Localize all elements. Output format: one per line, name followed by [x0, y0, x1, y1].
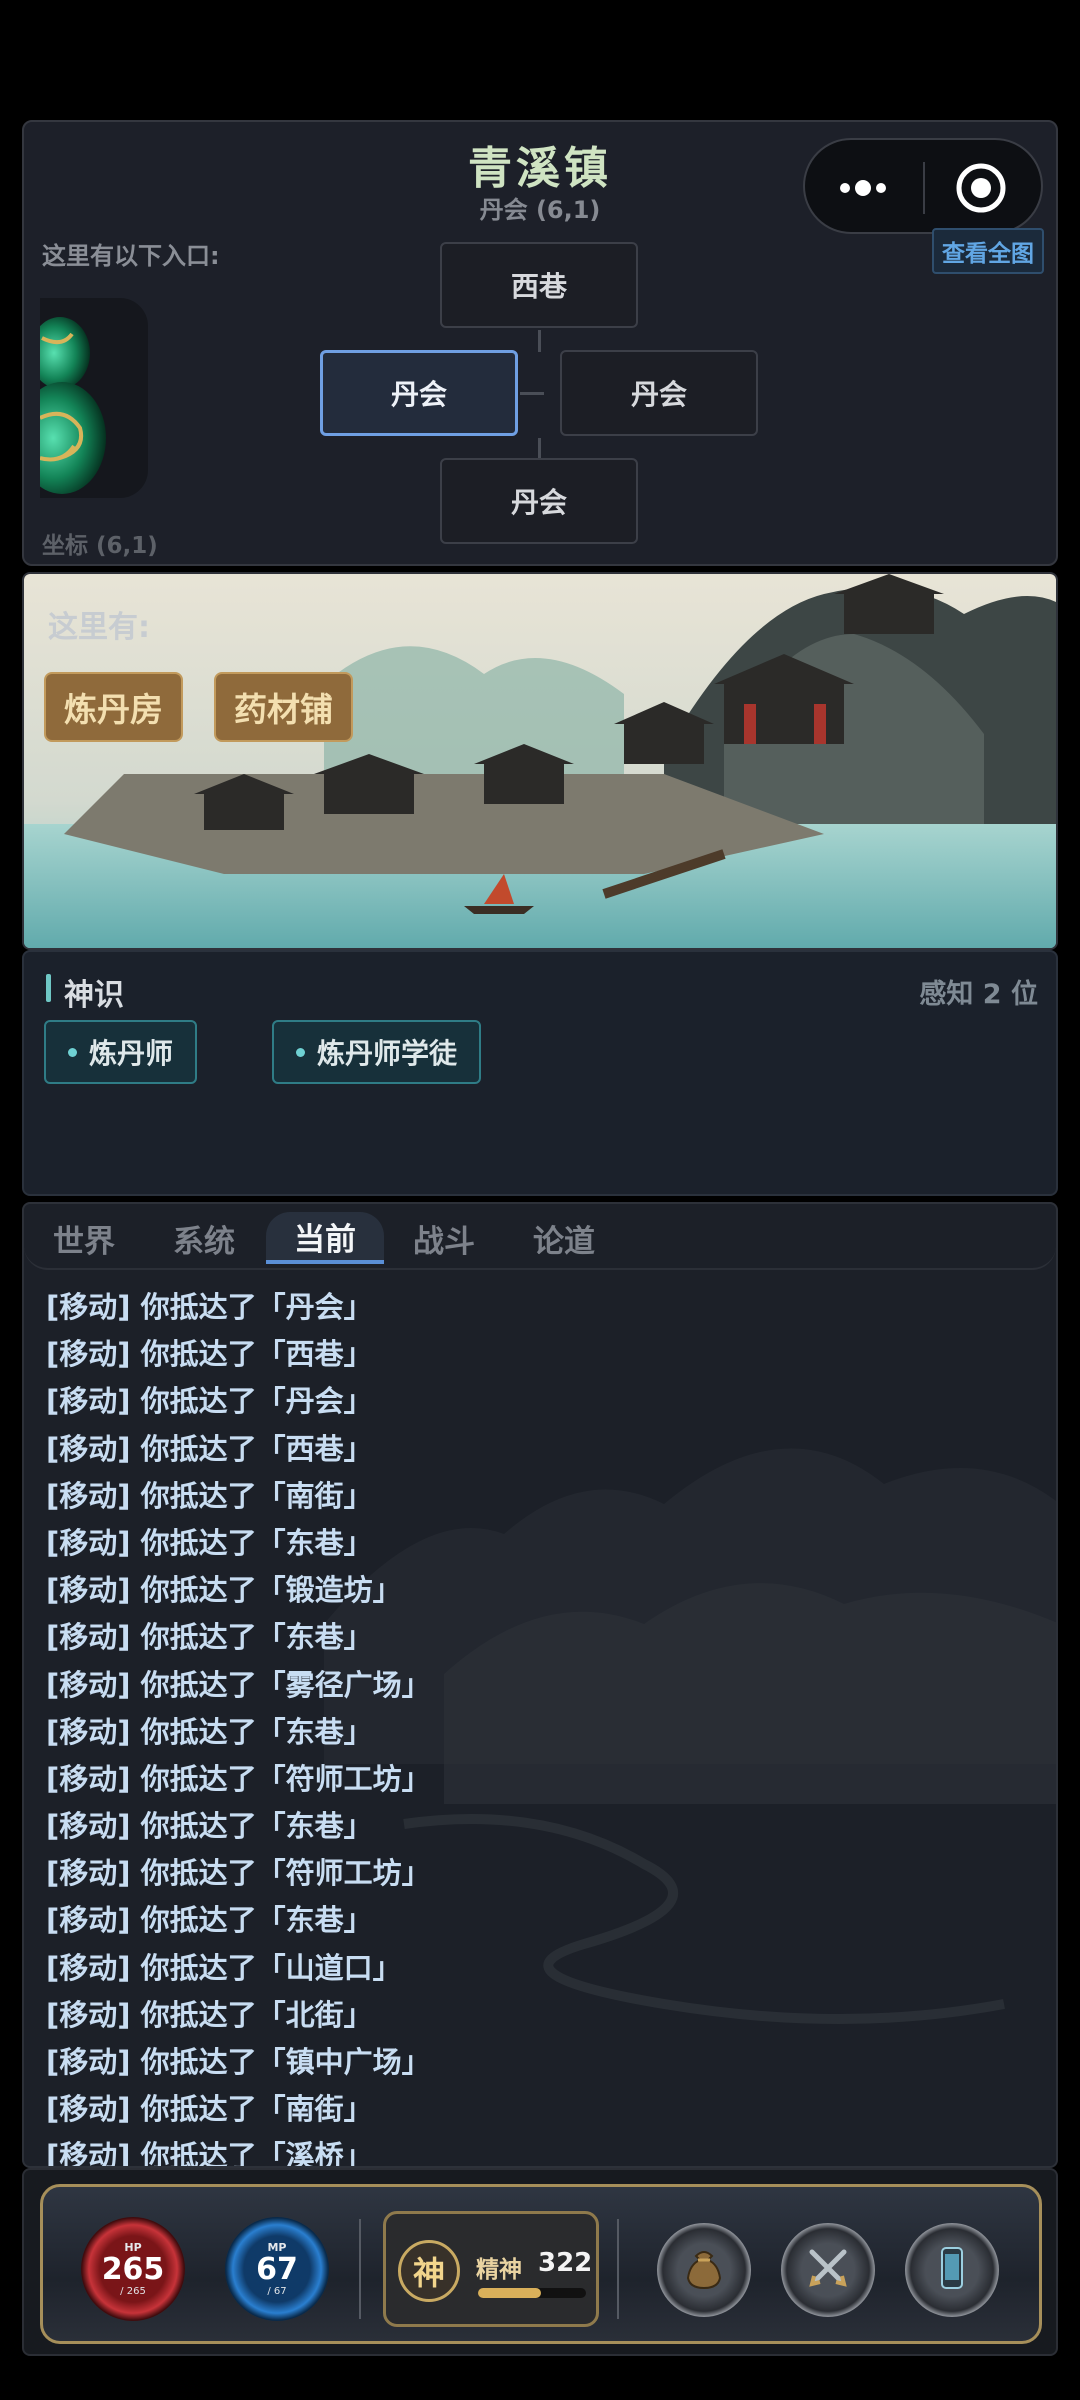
swords-icon — [802, 2242, 854, 2298]
npc-dot-icon — [68, 1047, 77, 1057]
npc-alchemist[interactable]: 炼丹师 — [44, 1020, 198, 1084]
bag-icon — [678, 2242, 730, 2298]
log-line: [移动] 你抵达了「北街」 — [46, 1997, 373, 2032]
log-line: [移动] 你抵达了「锻造坊」 — [46, 1573, 402, 1608]
tab-discussion[interactable]: 论道 — [510, 1212, 618, 1264]
map-connector — [538, 438, 541, 460]
spirit-bar-fill — [478, 2288, 541, 2298]
view-full-map-button[interactable]: 查看全图 — [932, 228, 1044, 274]
sense-title: 神识 — [64, 978, 124, 1013]
log-line: [移动] 你抵达了「东巷」 — [46, 1525, 373, 1560]
log-line: [移动] 你抵达了「东巷」 — [46, 1620, 373, 1655]
log-line: [移动] 你抵达了「丹会」 — [46, 1290, 373, 1324]
log-line: [移动] 你抵达了「东巷」 — [46, 1903, 373, 1938]
npc-dot-icon — [296, 1047, 305, 1057]
hp-value: 265 — [101, 2252, 165, 2287]
facility-herb-shop[interactable]: 药材铺 — [214, 672, 353, 742]
npc-alchemist-apprentice[interactable]: 炼丹师学徒 — [272, 1020, 482, 1084]
spirit-value: 322 — [538, 2248, 593, 2278]
status-bar-frame: HP 265 / 265 MP 67 / 67 神 精神 322 — [40, 2184, 1042, 2344]
section-accent-bar — [46, 974, 51, 1002]
npc-name: 炼丹师 — [89, 1037, 174, 1070]
facility-alchemy-room[interactable]: 炼丹房 — [44, 672, 183, 742]
map-connector — [520, 392, 544, 395]
log-line: [移动] 你抵达了「南街」 — [46, 2092, 373, 2127]
log-line: [移动] 你抵达了「符师工坊」 — [46, 1761, 431, 1796]
map-node-north[interactable]: 西巷 — [440, 242, 638, 328]
tab-current[interactable]: 当前 — [266, 1212, 384, 1264]
more-dots-icon[interactable] — [833, 168, 897, 208]
map-connector — [538, 330, 541, 352]
log-line: [移动] 你抵达了「东巷」 — [46, 1714, 373, 1749]
tab-world[interactable]: 世界 — [30, 1212, 138, 1264]
hp-orb[interactable]: HP 265 / 265 — [81, 2217, 185, 2321]
chat-panel: 世界 系统 当前 战斗 论道 [移动] 你抵达了「丹会」 [移动] 你抵达了「西… — [22, 1202, 1058, 2168]
log-line: [移动] 你抵达了「南街」 — [46, 1478, 373, 1513]
log-line: [移动] 你抵达了「山道口」 — [46, 1950, 402, 1985]
map-node-south[interactable]: 丹会 — [440, 458, 638, 544]
device-button[interactable] — [905, 2223, 999, 2317]
phone-icon — [926, 2242, 978, 2298]
spirit-bar — [478, 2288, 586, 2298]
battle-button[interactable] — [781, 2223, 875, 2317]
chat-tabs: 世界 系统 当前 战斗 论道 — [24, 1204, 1056, 1270]
log-line: [移动] 你抵达了「雾径广场」 — [46, 1667, 431, 1702]
hp-max: / 265 — [120, 2286, 146, 2297]
bag-button[interactable] — [657, 2223, 751, 2317]
log-line: [移动] 你抵达了「西巷」 — [46, 1431, 373, 1466]
map-node-east[interactable]: 丹会 — [560, 350, 758, 436]
spirit-badge: 神 — [398, 2240, 460, 2302]
log-line: [移动] 你抵达了「镇中广场」 — [46, 2045, 431, 2079]
mp-orb[interactable]: MP 67 / 67 — [225, 2217, 329, 2321]
mp-max: / 67 — [267, 2286, 287, 2297]
town-painting — [24, 574, 1056, 948]
divine-sense-panel: 神识 感知 2 位 炼丹师 炼丹师学徒 — [22, 950, 1058, 1196]
miniprogram-capsule — [803, 138, 1043, 234]
npc-name: 炼丹师学徒 — [317, 1037, 458, 1070]
log-line: [移动] 你抵达了「符师工坊」 — [46, 1856, 431, 1891]
tab-battle[interactable]: 战斗 — [390, 1212, 498, 1264]
log-line: [移动] 你抵达了「东巷」 — [46, 1809, 373, 1844]
gourd-artifact-icon[interactable] — [40, 298, 148, 498]
tab-system[interactable]: 系统 — [150, 1212, 258, 1264]
coordinate-label: 坐标 (6,1) — [42, 533, 158, 559]
log-line: [移动] 你抵达了「西巷」 — [46, 1337, 373, 1372]
chat-log: [移动] 你抵达了「丹会」 [移动] 你抵达了「西巷」 [移动] 你抵达了「丹会… — [46, 1284, 431, 2168]
spirit-meter[interactable]: 神 精神 322 — [383, 2211, 599, 2327]
separator — [359, 2219, 361, 2319]
scene-image: 这里有: 炼丹房 药材铺 — [22, 572, 1058, 950]
capsule-divider — [923, 162, 925, 214]
map-node-current[interactable]: 丹会 — [320, 350, 518, 436]
log-line: [移动] 你抵达了「丹会」 — [46, 1384, 373, 1419]
separator — [617, 2219, 619, 2319]
entrances-label: 这里有以下入口: — [42, 242, 220, 270]
scene-label: 这里有: — [48, 610, 150, 645]
mp-value: 67 — [256, 2252, 298, 2287]
spirit-label: 精神 — [476, 2257, 522, 2283]
sense-count: 感知 2 位 — [919, 979, 1038, 1010]
target-circle-icon[interactable] — [955, 162, 1007, 214]
log-line: [移动] 你抵达了「溪桥」 — [46, 2139, 373, 2168]
status-bar: HP 265 / 265 MP 67 / 67 神 精神 322 — [22, 2168, 1058, 2356]
